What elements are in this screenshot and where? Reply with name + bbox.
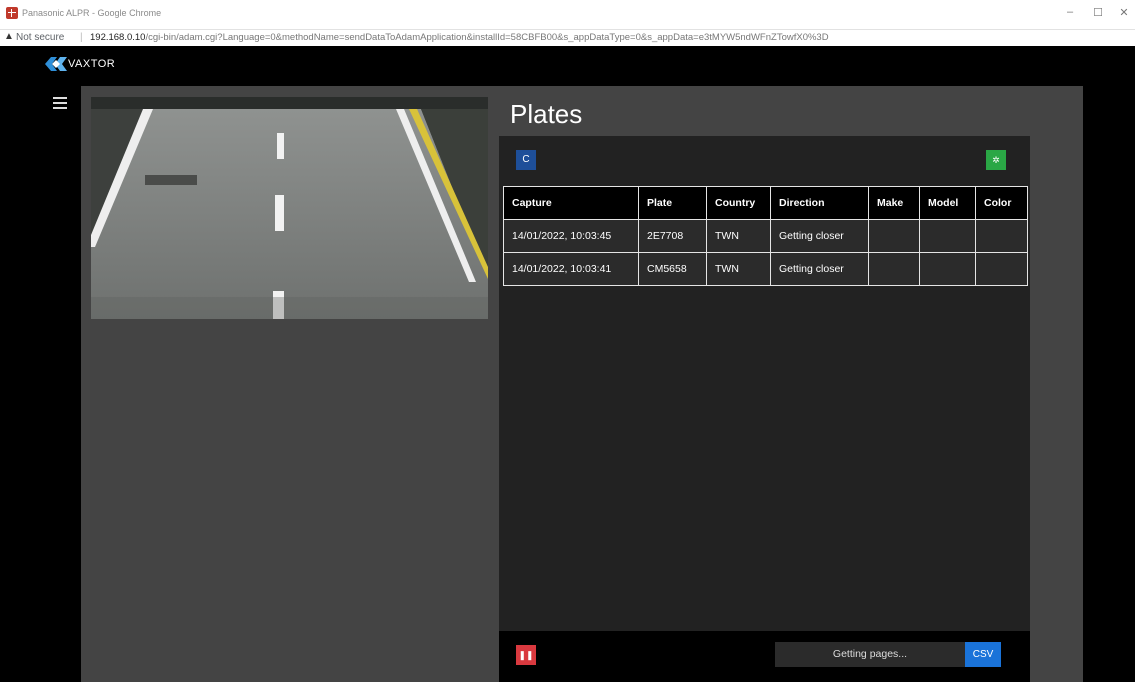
gear-icon: ✲ — [992, 155, 1000, 165]
cell-color — [975, 219, 1028, 253]
window-title: Panasonic ALPR - Google Chrome — [22, 8, 162, 18]
url-text[interactable]: 192.168.0.10/cgi-bin/adam.cgi?Language=0… — [90, 32, 829, 43]
cell-plate: CM5658 — [638, 252, 707, 286]
address-bar[interactable]: ▲ Not secure | 192.168.0.10/cgi-bin/adam… — [0, 30, 1135, 46]
cell-direction: Getting closer — [770, 252, 869, 286]
cell-capture: 14/01/2022, 10:03:45 — [503, 219, 639, 253]
table-row[interactable]: 14/01/2022, 10:03:41 CM5658 TWN Getting … — [503, 252, 1028, 286]
app-header: VAXTOR — [0, 46, 1135, 86]
column-header-direction[interactable]: Direction — [770, 186, 869, 220]
column-header-capture[interactable]: Capture — [503, 186, 639, 220]
vaxtor-logo-icon — [45, 57, 67, 71]
app-icon — [6, 7, 18, 19]
settings-button[interactable]: ✲ — [986, 150, 1006, 170]
column-header-country[interactable]: Country — [706, 186, 771, 220]
pause-button[interactable]: ❚❚ — [516, 645, 536, 665]
cell-model — [919, 252, 976, 286]
csv-export-button[interactable]: CSV — [965, 642, 1001, 667]
warning-icon[interactable]: ▲ — [4, 31, 14, 42]
pause-icon: ❚❚ — [518, 650, 534, 660]
url-path: /cgi-bin/adam.cgi?Language=0&methodName=… — [145, 32, 829, 43]
logo-text: VAXTOR — [68, 58, 116, 70]
camera-view — [91, 97, 488, 319]
security-label[interactable]: Not secure — [16, 32, 64, 43]
cell-color — [975, 252, 1028, 286]
cell-plate: 2E7708 — [638, 219, 707, 253]
page-title: Plates — [510, 99, 583, 129]
cell-make — [868, 252, 920, 286]
cell-country: TWN — [706, 219, 771, 253]
table-row[interactable]: 14/01/2022, 10:03:45 2E7708 TWN Getting … — [503, 219, 1028, 253]
status-text: Getting pages... — [775, 642, 965, 667]
column-header-make[interactable]: Make — [868, 186, 920, 220]
minimize-button[interactable]: – — [1060, 6, 1080, 18]
maximize-button[interactable]: ☐ — [1088, 6, 1108, 19]
cell-capture: 14/01/2022, 10:03:41 — [503, 252, 639, 286]
cell-country: TWN — [706, 252, 771, 286]
refresh-icon: C — [522, 154, 530, 165]
cell-make — [868, 219, 920, 253]
browser-title-bar: Panasonic ALPR - Google Chrome – ☐ ✕ — [0, 0, 1135, 30]
close-button[interactable]: ✕ — [1114, 6, 1134, 19]
plates-table: Capture Plate Country Direction Make Mod… — [503, 186, 1028, 286]
hamburger-menu-icon[interactable] — [53, 97, 67, 109]
column-header-model[interactable]: Model — [919, 186, 976, 220]
road-image — [91, 97, 488, 319]
refresh-button[interactable]: C — [516, 150, 536, 170]
table-header-row: Capture Plate Country Direction Make Mod… — [503, 186, 1028, 220]
address-separator: | — [80, 32, 83, 43]
cell-model — [919, 219, 976, 253]
column-header-color[interactable]: Color — [975, 186, 1028, 220]
url-host: 192.168.0.10 — [90, 32, 146, 43]
cell-direction: Getting closer — [770, 219, 869, 253]
column-header-plate[interactable]: Plate — [638, 186, 707, 220]
